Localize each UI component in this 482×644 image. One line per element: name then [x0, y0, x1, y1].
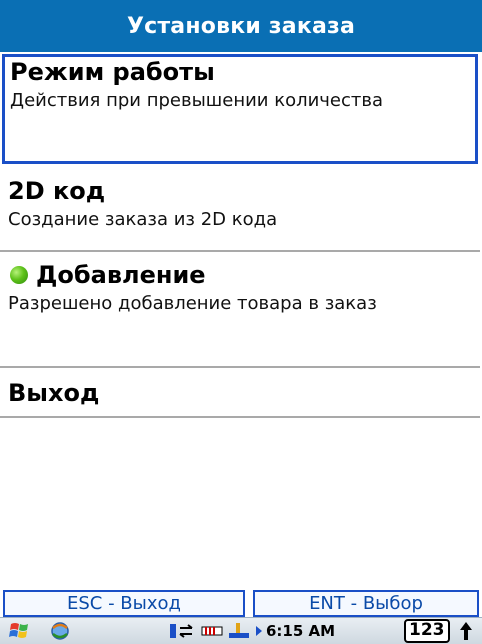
input-mode-indicator[interactable]: 123: [404, 619, 450, 643]
up-arrow-icon[interactable]: [456, 620, 476, 642]
green-dot-icon: [10, 266, 28, 284]
clock[interactable]: 6:15 AM: [266, 620, 335, 642]
arrow-icon: [256, 626, 262, 636]
connectivity-icon[interactable]: [200, 620, 224, 642]
softkey-bar: ESC - Выход ENT - Выбор: [0, 590, 482, 617]
menu-item-add[interactable]: Добавление Разрешено добавление товара в…: [0, 252, 480, 368]
ent-select-softkey[interactable]: ENT - Выбор: [253, 590, 479, 617]
taskbar: 6:15 AM 123: [0, 617, 482, 644]
esc-exit-softkey[interactable]: ESC - Выход: [3, 590, 245, 617]
menu-item-description: Разрешено добавление товара в заказ: [8, 293, 377, 314]
menu-item-description: Создание заказа из 2D кода: [8, 209, 278, 230]
page-title: Установки заказа: [0, 0, 482, 52]
menu-item-title-row: Добавление: [8, 260, 480, 290]
menu-item-mode[interactable]: Режим работы Действия при превышении кол…: [2, 54, 478, 164]
signal-icon[interactable]: [168, 620, 198, 642]
menu-item-title: Выход: [8, 379, 100, 407]
menu-item-exit[interactable]: Выход: [0, 368, 480, 418]
battery-icon[interactable]: [226, 620, 252, 642]
sync-icon[interactable]: [48, 620, 72, 642]
windows-start-icon[interactable]: [8, 620, 34, 642]
menu-item-title: Режим работы: [10, 58, 215, 86]
menu-item-2d-code[interactable]: 2D код Создание заказа из 2D кода: [0, 166, 480, 252]
menu-item-title: 2D код: [8, 177, 106, 205]
menu-item-description: Действия при превышении количества: [10, 90, 384, 111]
menu-item-title: Добавление: [36, 261, 206, 289]
